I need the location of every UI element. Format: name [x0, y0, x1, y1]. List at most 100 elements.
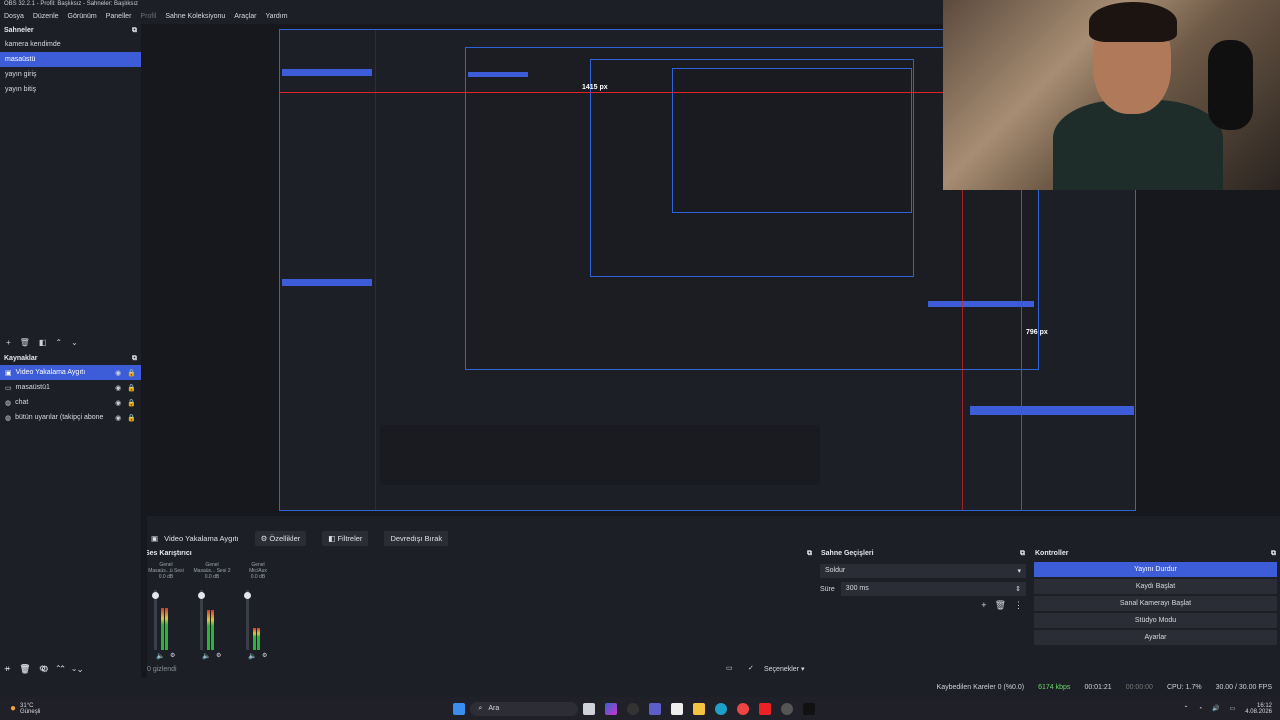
transition-select[interactable]: Soldur ▾	[820, 564, 1026, 578]
copilot-icon[interactable]	[605, 702, 618, 715]
camera-icon: ▣	[5, 369, 12, 377]
globe-icon: ◍	[5, 414, 12, 422]
battery-icon[interactable]: ▭	[1230, 705, 1236, 712]
level-meter	[207, 610, 210, 650]
stop-stream-button[interactable]: Yayını Durdur	[1034, 562, 1277, 577]
chevron-up-icon[interactable]: ⌃	[59, 664, 67, 675]
lock-icon[interactable]: 🔒	[127, 384, 136, 392]
eye-icon[interactable]: ◉	[115, 369, 121, 377]
speaker-icon[interactable]: 🔈	[156, 652, 165, 660]
scene-item[interactable]: yayın bitiş	[0, 82, 141, 97]
filters-button[interactable]: ◧ Filtreler	[322, 530, 369, 546]
level-meter	[253, 628, 256, 650]
menu-yardim[interactable]: Yardım	[265, 13, 287, 22]
chrome-icon[interactable]	[737, 702, 750, 715]
add-icon[interactable]: +	[6, 338, 11, 347]
eye-icon[interactable]: ◉	[115, 414, 121, 422]
search-box[interactable]: ⌕ Ara	[470, 701, 579, 716]
lock-icon[interactable]: 🔒	[127, 399, 136, 407]
options-button[interactable]: Seçenekler ▾	[764, 665, 805, 673]
dock-float-icon[interactable]: ⧉	[807, 550, 812, 558]
eye-icon[interactable]: ◉	[115, 384, 121, 392]
dock-float-icon[interactable]: ⧉	[132, 355, 137, 363]
source-item-selected[interactable]: ▣ Video Yakalama Aygıtı ◉ 🔒	[0, 365, 141, 380]
volume-knob[interactable]	[244, 592, 251, 599]
volume-icon[interactable]: 🔊	[1212, 705, 1219, 712]
obs-icon[interactable]	[627, 702, 640, 715]
level-meter	[165, 608, 168, 650]
chevron-up-icon[interactable]: ⌃	[1183, 705, 1188, 712]
scene-transitions-dock: Sahne Geçişleri ⧉ Soldur ▾ Süre 300 ms ⇕ + …	[817, 548, 1029, 678]
volume-slider[interactable]	[200, 590, 203, 650]
studio-mode-button[interactable]: Stüdyo Modu	[1034, 613, 1277, 628]
dock-float-icon[interactable]: ⧉	[132, 27, 137, 35]
speaker-icon[interactable]: 🔈	[248, 652, 257, 660]
deactivate-button[interactable]: Devredışı Bırak	[384, 530, 449, 546]
store-icon[interactable]	[671, 702, 684, 715]
volume-knob[interactable]	[198, 592, 205, 599]
scenes-title: Sahneler	[4, 27, 34, 34]
start-recording-button[interactable]: Kaydı Başlat	[1034, 579, 1277, 594]
dock-float-icon[interactable]: ⧉	[1020, 550, 1025, 558]
source-item[interactable]: ◍ chat ◉ 🔒	[0, 395, 141, 410]
check-icon[interactable]: ✓	[748, 664, 754, 672]
menu-araclar[interactable]: Araçlar	[234, 13, 256, 22]
menu-gorunum[interactable]: Görünüm	[68, 13, 97, 22]
record-time: 00:00:00	[1125, 684, 1153, 691]
dock-float-icon[interactable]: ⧉	[1271, 550, 1276, 558]
network-icon[interactable]: ◔	[1199, 706, 1203, 712]
scene-item[interactable]: kamera kendimde	[0, 37, 141, 52]
gear-icon[interactable]: ⚙	[41, 664, 49, 675]
settings-button[interactable]: Ayarlar	[1034, 630, 1277, 645]
volume-slider[interactable]	[246, 590, 249, 650]
speaker-icon[interactable]: 🔈	[202, 652, 211, 660]
windows-start-icon[interactable]	[453, 702, 466, 715]
trash-icon[interactable]: 🗑	[995, 600, 1006, 611]
sources-dock: Kaynaklar ⧉ ▣ Video Yakalama Aygıtı ◉ 🔒 ▭ mas…	[0, 353, 141, 678]
menu-dosya[interactable]: Dosya	[4, 13, 24, 22]
clock[interactable]: 16:12 4.08.2026	[1245, 703, 1272, 715]
teams-icon[interactable]	[649, 702, 662, 715]
filter-icon[interactable]: ◧	[39, 338, 47, 347]
tiktok-icon[interactable]	[803, 702, 816, 715]
gear-icon[interactable]: ⚙	[216, 652, 221, 659]
app-icon[interactable]	[781, 702, 794, 715]
edge-icon[interactable]	[715, 702, 728, 715]
add-icon[interactable]: +	[4, 664, 9, 675]
gear-icon[interactable]: ⚙	[170, 652, 175, 659]
system-tray: ⌃ ◔ 🔊 ▭ 16:12 4.08.2026	[1183, 703, 1272, 715]
lock-icon[interactable]: 🔒	[127, 414, 136, 422]
chevron-down-icon[interactable]: ⌄	[71, 338, 78, 347]
duration-input[interactable]: 300 ms ⇕	[840, 582, 1026, 596]
chevron-down-icon[interactable]: ⌄	[76, 664, 84, 675]
menu-profil[interactable]: Profil	[140, 13, 156, 22]
status-bar: Kaybedilen Kareler 0 (%0.0) 6174 kbps 00…	[0, 682, 1280, 696]
gear-icon[interactable]: ⚙	[262, 652, 267, 659]
start-virtual-camera-button[interactable]: Sanal Kamerayı Başlat	[1034, 596, 1277, 611]
mixer-channel: Genel Masaüs... Sesi 2 0.0 dB 🔈 ⚙	[190, 562, 234, 660]
microphone-icon	[1208, 40, 1253, 130]
weather-widget[interactable]: ● 31°C Güneşli	[10, 703, 40, 715]
more-icon[interactable]: ⋮	[1014, 600, 1023, 611]
trash-icon[interactable]: 🗑	[19, 664, 30, 675]
volume-knob[interactable]	[152, 592, 159, 599]
scene-item[interactable]: yayın giriş	[0, 67, 141, 82]
lock-icon[interactable]: 🔒	[127, 369, 136, 377]
source-item[interactable]: ◍ bütün uyarılar (takipçi abone ◉ 🔒	[0, 410, 141, 425]
task-view-icon[interactable]	[583, 702, 596, 715]
youtube-icon[interactable]	[759, 702, 772, 715]
menu-duzenle[interactable]: Düzenle	[33, 13, 59, 22]
scene-item-selected[interactable]: masaüstü	[0, 52, 141, 67]
source-item[interactable]: ▭ masaüstü1 ◉ 🔒	[0, 380, 141, 395]
folder-icon[interactable]	[693, 702, 706, 715]
measure-line-vertical	[1021, 190, 1022, 510]
add-icon[interactable]: +	[981, 600, 986, 611]
volume-slider[interactable]	[154, 590, 157, 650]
layout-icon[interactable]: ▭	[726, 664, 733, 672]
menu-paneller[interactable]: Paneller	[106, 13, 132, 22]
chevron-up-icon[interactable]: ⌃	[55, 338, 62, 347]
trash-icon[interactable]: 🗑	[20, 338, 30, 347]
properties-button[interactable]: ⚙ Özellikler	[254, 530, 307, 546]
menu-sahne-koleksiyonu[interactable]: Sahne Koleksiyonu	[165, 13, 225, 22]
eye-icon[interactable]: ◉	[115, 399, 121, 407]
